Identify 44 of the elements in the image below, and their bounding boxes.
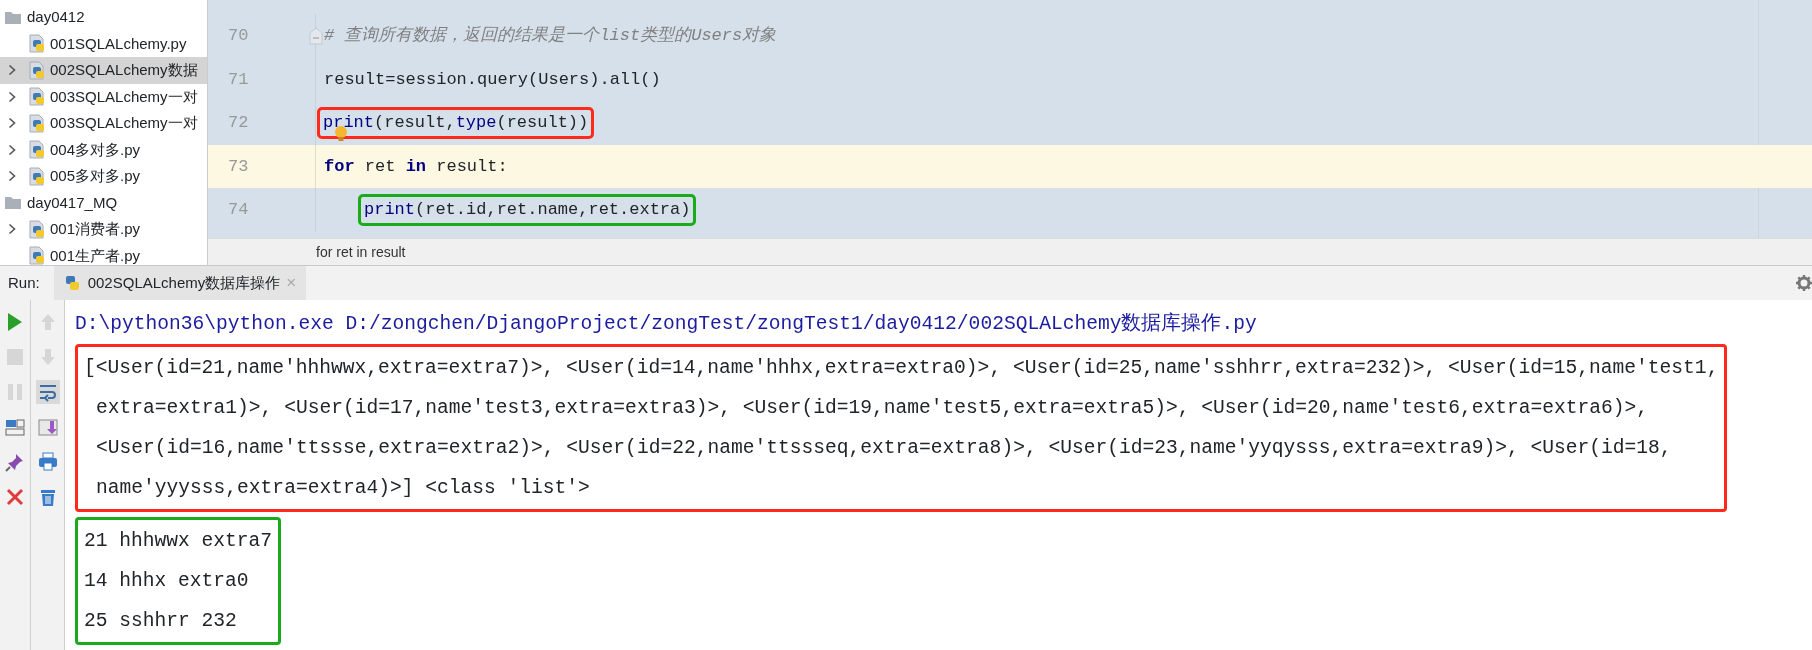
code-line: # 查询所有数据，返回的结果是一个list类型的Users对象 bbox=[324, 25, 777, 47]
tree-item[interactable]: 002SQLALchemy数据 bbox=[0, 57, 207, 84]
tree-item[interactable]: 001生产者.py bbox=[0, 242, 207, 265]
code-line: result=session.query(Users).all() bbox=[324, 68, 661, 91]
folder-icon bbox=[4, 9, 22, 25]
tree-item[interactable]: 005多对多.py bbox=[0, 163, 207, 190]
python-file-icon bbox=[28, 140, 46, 160]
python-file-icon bbox=[28, 219, 46, 239]
console-line: 25 sshhrr 232 bbox=[84, 609, 238, 634]
tree-item[interactable]: 001消费者.py bbox=[0, 216, 207, 243]
breadcrumb[interactable]: for ret in result bbox=[316, 241, 406, 263]
folder-icon bbox=[4, 195, 22, 211]
python-file-icon bbox=[28, 60, 46, 80]
line-number: 74 bbox=[228, 199, 249, 221]
folder-name[interactable]: day0417_MQ bbox=[27, 191, 118, 214]
tree-item[interactable]: 003SQLALchemy一对 bbox=[0, 83, 207, 110]
code-line: for ret in result: bbox=[324, 155, 508, 178]
console-command: D:\python36\python.exe D:/zongchen/DjangoProject/zongTest/zongTest1/day0412/002SQLALchemy数据库操作.py bbox=[75, 311, 1258, 337]
code-line: print(result,type(result)) bbox=[323, 113, 589, 132]
tree-item[interactable]: 003SQLALchemy一对 bbox=[0, 110, 207, 137]
line-number: 72 bbox=[228, 112, 249, 134]
console-line: 14 hhhx extra0 bbox=[84, 569, 250, 594]
python-file-icon bbox=[28, 166, 46, 186]
folder-name[interactable]: day0412 bbox=[27, 6, 85, 29]
console-line: name'yyysss,extra=extra4)>] <class 'list'> bbox=[95, 476, 591, 501]
line-number: 73 bbox=[228, 155, 249, 178]
console-line: 21 hhhwwx extra7 bbox=[84, 529, 273, 554]
python-file-icon bbox=[28, 34, 46, 54]
run-tab[interactable]: 002SQLALchemy数据库操作 × bbox=[53, 266, 307, 300]
soft-wrap-button[interactable] bbox=[35, 380, 60, 404]
settings-icon[interactable] bbox=[1796, 275, 1812, 291]
python-file-icon bbox=[28, 246, 46, 265]
console-line: extra=extra1)>, <User(id=17,name'test3,extra=extra3)>, <User(id=19,name'test5,extra=extra5)>, <User(id=20,name'test6,extra=extra6)>, bbox=[95, 396, 1650, 421]
console-line: [<User(id=21,name'hhhwwx,extra=extra7)>, <User(id=14,name'hhhx,extra=extra0)>, <User(id=25,name'sshhrr,extra=232)>, <User(id=15,name'test1, bbox=[84, 356, 1719, 381]
console-line: <User(id=16,name'ttssse,extra=extra2)>, <User(id=22,name'ttssseq,extra=extra8)>, <User(id=23,name'yyqysss,extra=extra9)>, <User(id=18, bbox=[95, 436, 1673, 461]
python-file-icon bbox=[28, 87, 46, 107]
tree-item[interactable]: 001SQLALchemy.py bbox=[0, 30, 207, 57]
python-icon bbox=[63, 273, 82, 293]
line-number: 71 bbox=[228, 68, 249, 91]
code-line: print(ret.id,ret.name,ret.extra) bbox=[364, 200, 691, 219]
tree-item[interactable]: 004多对多.py bbox=[0, 136, 207, 163]
panel-label: Run: bbox=[8, 272, 40, 293]
line-number: 70 bbox=[228, 25, 249, 47]
python-file-icon bbox=[28, 113, 46, 133]
